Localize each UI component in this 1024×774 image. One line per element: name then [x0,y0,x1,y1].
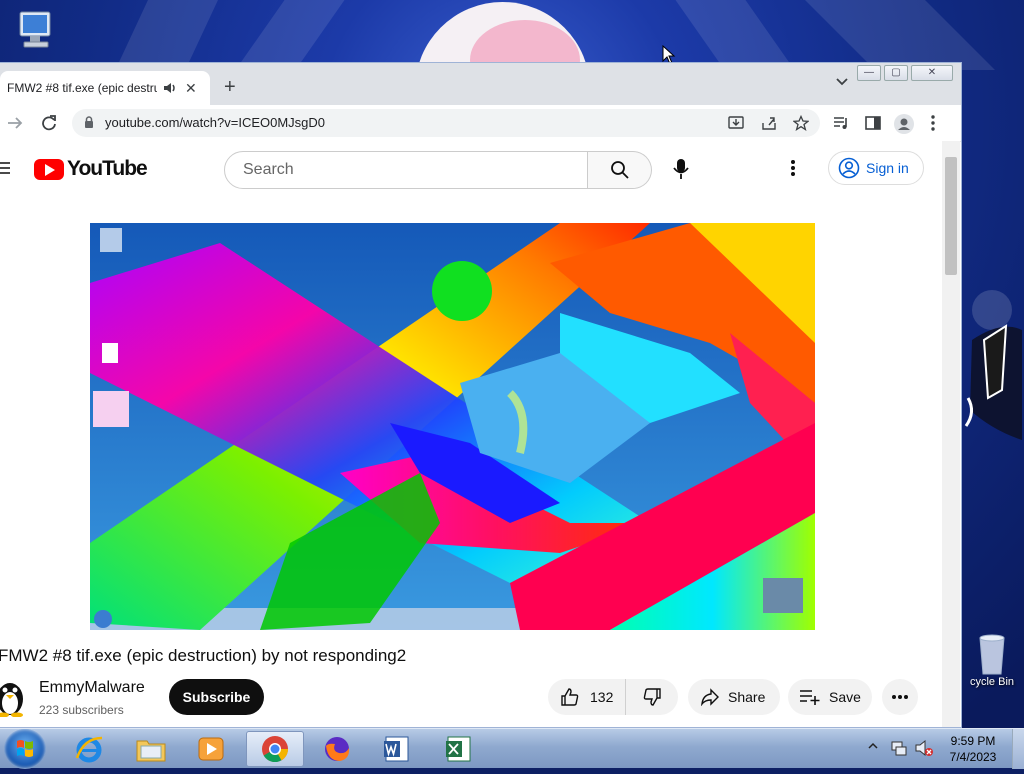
video-title: FMW2 #8 tif.exe (epic destruction) by no… [0,646,407,665]
start-button[interactable] [4,729,46,769]
browser-toolbar: youtube.com/watch?v=ICEO0MJsgD0 [0,105,961,142]
new-tab-button[interactable]: + [224,77,236,97]
youtube-play-icon [34,158,64,180]
like-count: 132 [590,689,614,705]
profile-icon[interactable] [894,114,914,134]
firefox-icon [325,737,350,761]
close-window-button[interactable]: ✕ [911,65,953,81]
taskbar-media-player[interactable] [184,731,238,767]
search-input[interactable] [241,160,575,180]
recycle-bin-icon [979,634,1005,675]
tab-close-icon[interactable]: ✕ [185,80,197,97]
internet-explorer-icon [75,736,103,763]
settings-menu-icon[interactable] [790,159,796,177]
taskbar-internet-explorer[interactable] [62,731,116,767]
wallpaper-ray [675,0,795,70]
microphone-icon[interactable] [670,157,692,181]
sign-in-label: Sign in [866,160,909,176]
subscribe-button[interactable]: Subscribe [169,679,264,715]
save-label: Save [829,689,861,705]
youtube-masthead: YouTube Sign in [0,141,942,197]
search-icon [610,161,629,179]
tab-strip: FMW2 #8 tif.exe (epic destruction) by no… [0,63,961,105]
share-arrow-icon [701,688,719,706]
share-label: Share [728,689,766,705]
like-dislike-group: 132 [548,679,678,715]
recycle-bin-label: cycle Bin [969,676,1015,688]
excel-icon [446,736,471,762]
youtube-logo[interactable]: YouTube [34,157,148,181]
search-button[interactable] [588,151,652,189]
video-owner-row: EmmyMalware 223 subscribers Subscribe 13… [0,677,942,723]
page-scrollbar[interactable] [942,141,960,727]
share-page-icon[interactable] [761,115,777,131]
sign-in-button[interactable]: Sign in [828,151,924,185]
lock-icon[interactable] [84,116,94,129]
more-horizontal-icon [892,695,908,699]
address-bar[interactable]: youtube.com/watch?v=ICEO0MJsgD0 [72,109,820,137]
tab-title: FMW2 #8 tif.exe (epic destruction) by no… [7,81,157,95]
folder-icon [136,740,166,762]
media-control-icon[interactable] [832,114,850,132]
window-controls: — ▢ ✕ [857,65,953,81]
wallpaper-ray [235,0,345,70]
like-button[interactable]: 132 [548,679,627,715]
taskbar-firefox[interactable] [310,731,364,767]
tab-search-chevron-icon[interactable] [835,77,849,87]
word-icon [384,736,409,762]
channel-name[interactable]: EmmyMalware [39,679,145,697]
desktop-icon-computer[interactable] [14,8,60,54]
desktop-icon-recycle-bin[interactable]: cycle Bin [962,632,1022,688]
media-player-icon [198,737,224,761]
chrome-window: FMW2 #8 tif.exe (epic destruction) by no… [0,62,962,728]
wallpaper-ray [805,0,995,70]
search-box [224,151,588,189]
bookmark-star-icon[interactable] [793,115,809,131]
minimize-button[interactable]: — [857,65,881,81]
playlist-add-icon [800,690,820,705]
more-actions-button[interactable] [882,679,918,715]
clock-time: 9:59 PM [950,734,996,748]
chrome-icon [262,736,289,763]
scrollbar-thumb[interactable] [945,157,957,275]
windows-taskbar: 9:59 PM 7/4/2023 [0,728,1024,769]
thumbs-up-icon [561,688,579,706]
browser-menu-icon[interactable] [930,114,936,132]
dislike-button[interactable] [626,679,678,715]
taskbar-file-explorer[interactable] [124,731,178,767]
thumbs-down-icon [643,688,661,706]
clock-date: 7/4/2023 [949,750,997,764]
video-player[interactable] [90,223,815,630]
windows-logo-icon [17,740,33,757]
restore-button[interactable]: ▢ [884,65,908,81]
subscriber-count: 223 subscribers [39,703,124,717]
taskbar-word[interactable] [370,731,424,767]
forward-icon[interactable] [6,114,24,132]
account-circle-icon [838,157,860,179]
show-hidden-icons-icon[interactable] [868,741,878,751]
audio-playing-icon[interactable] [163,82,177,94]
channel-avatar[interactable] [0,677,28,717]
taskbar-chrome[interactable] [246,731,304,767]
computer-icon [19,11,51,48]
url-text: youtube.com/watch?v=ICEO0MJsgD0 [105,115,326,130]
system-clock[interactable]: 9:59 PM 7/4/2023 [940,733,1006,765]
wallpaper-side-art [962,280,1024,450]
network-icon[interactable] [890,739,908,757]
side-panel-icon[interactable] [864,114,882,132]
install-app-icon[interactable] [728,115,744,131]
tab-active[interactable]: FMW2 #8 tif.exe (epic destruction) by no… [0,71,210,105]
video-frame [90,223,815,630]
guide-menu-icon[interactable] [0,161,10,175]
taskbar-excel[interactable] [432,731,486,767]
volume-muted-icon[interactable] [914,739,934,757]
youtube-wordmark: YouTube [67,157,148,180]
save-button[interactable]: Save [788,679,872,715]
share-button[interactable]: Share [688,679,780,715]
reload-icon[interactable] [40,114,58,132]
show-desktop-button[interactable] [1012,729,1024,769]
